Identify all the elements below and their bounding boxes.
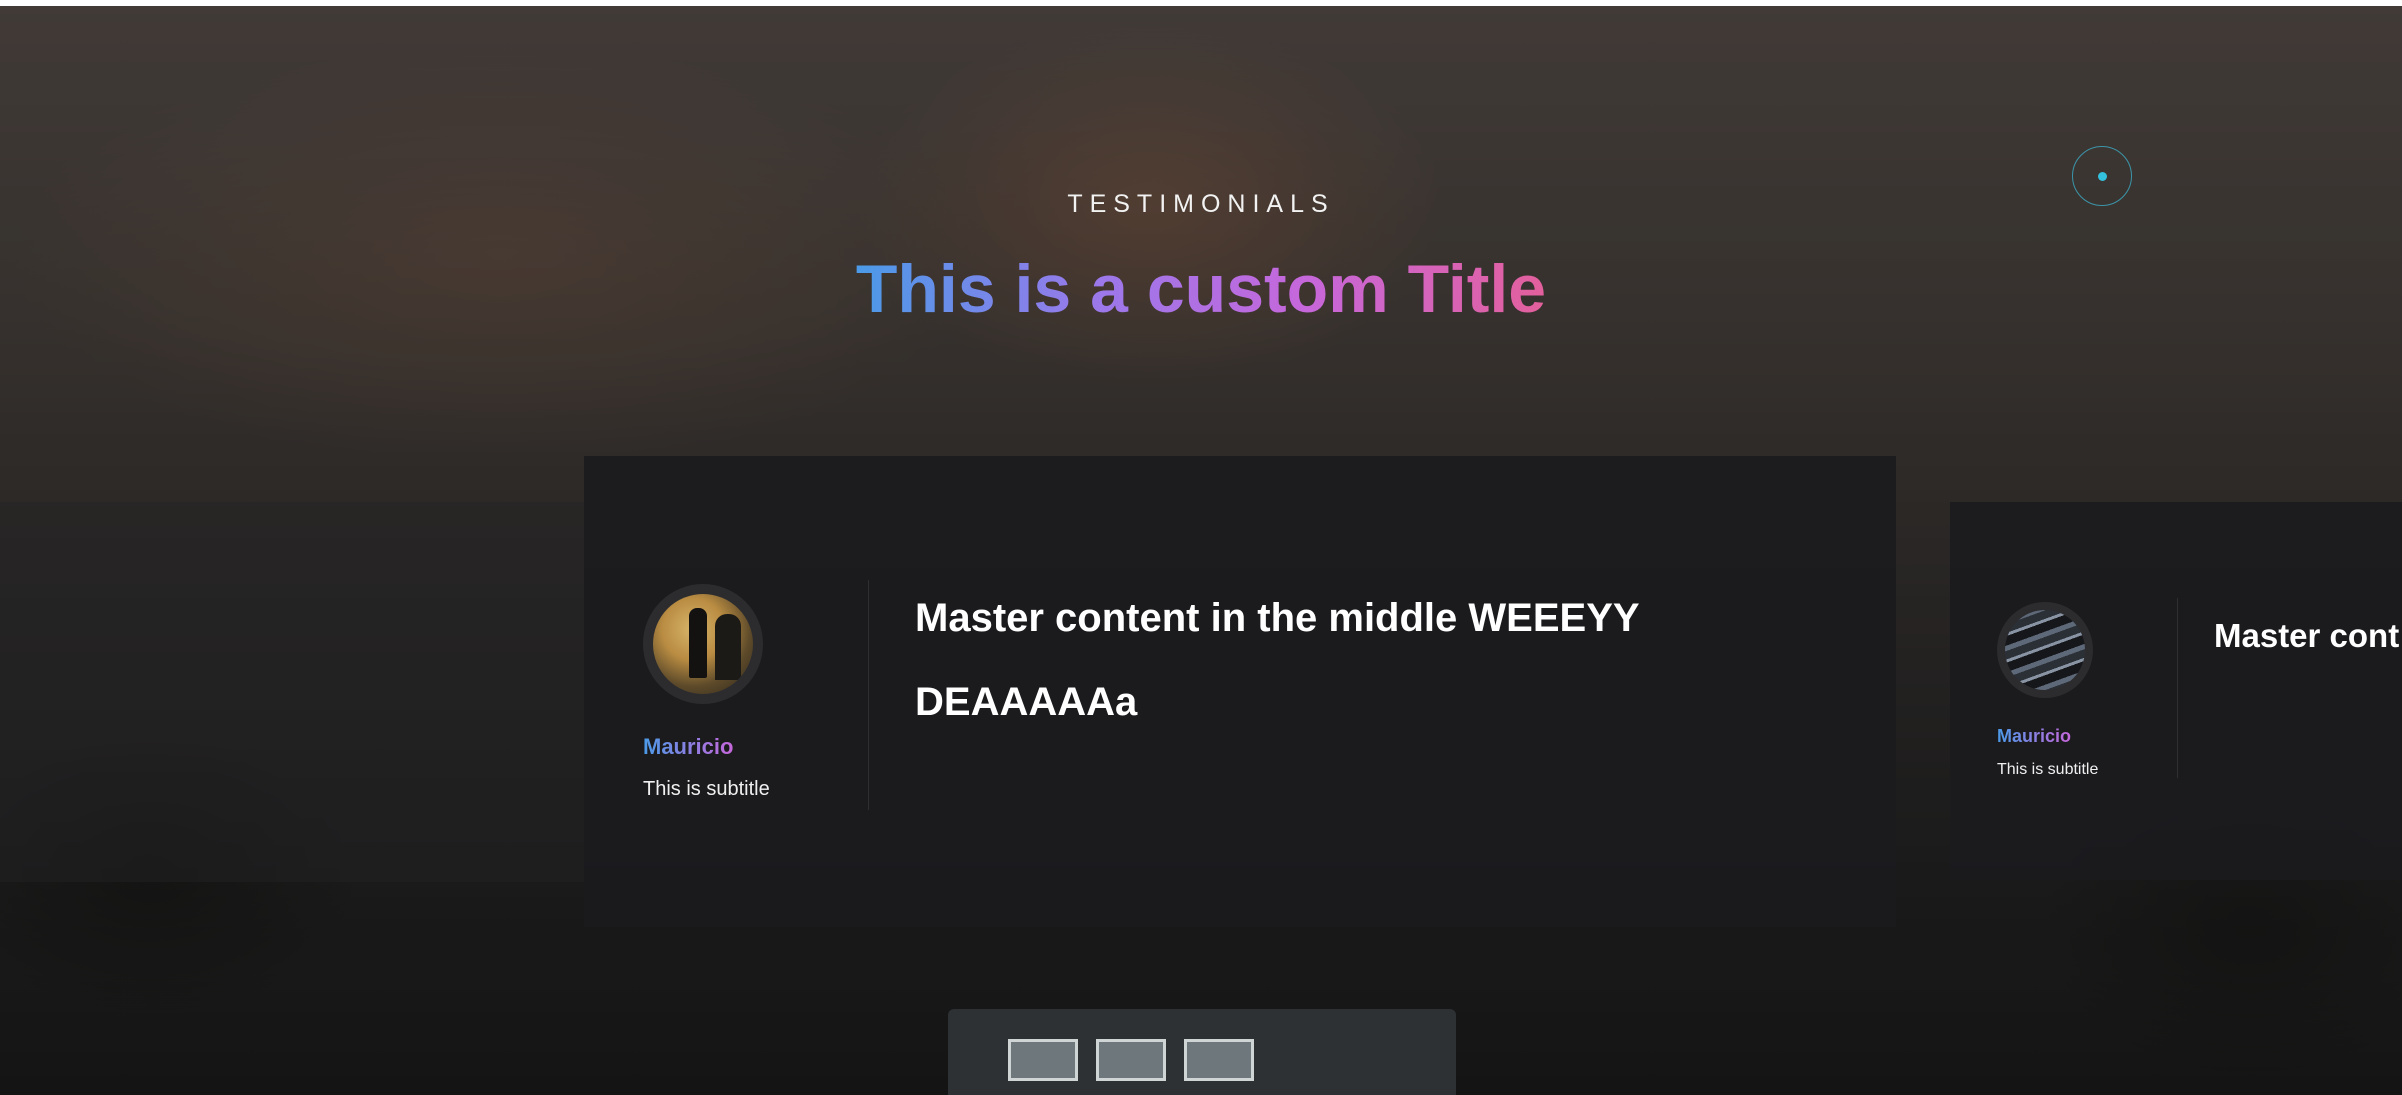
- testimonial-author-name: Mauricio: [1997, 726, 2072, 746]
- testimonial-quote: Master cont DEAAAAAa: [2214, 617, 2402, 654]
- vehicle-window: [1008, 1039, 1078, 1081]
- card-divider: [2177, 598, 2178, 778]
- card-divider: [868, 580, 869, 810]
- avatar: [643, 584, 763, 704]
- testimonial-author-subtitle: This is subtitle: [643, 778, 770, 800]
- section-eyebrow: TESTIMONIALS: [1067, 190, 1335, 218]
- testimonial-quote: Master content in the middle WEEEYY DEAA…: [915, 596, 1639, 724]
- avatar-photo: [2005, 610, 2085, 690]
- previous-card-backdrop: [0, 502, 584, 882]
- testimonial-card-active[interactable]: Mauricio This is subtitle Master content…: [584, 456, 1896, 927]
- testimonial-author-name: Mauricio: [643, 734, 734, 759]
- testimonial-author-subtitle: This is subtitle: [1997, 761, 2099, 778]
- avatar-photo: [653, 594, 753, 694]
- testimonial-card-next[interactable]: Mauricio This is subtitle Master cont DE…: [1950, 502, 2402, 880]
- background-vehicle: [948, 1009, 1456, 1095]
- avatar: [1997, 602, 2093, 698]
- section-title-text: This is a custom Title: [855, 251, 1547, 327]
- vehicle-window: [1096, 1039, 1166, 1081]
- testimonials-section: TESTIMONIALS This is a custom Title Maur…: [0, 6, 2402, 1095]
- vehicle-window: [1184, 1039, 1254, 1081]
- section-title: This is a custom Title: [0, 250, 2402, 328]
